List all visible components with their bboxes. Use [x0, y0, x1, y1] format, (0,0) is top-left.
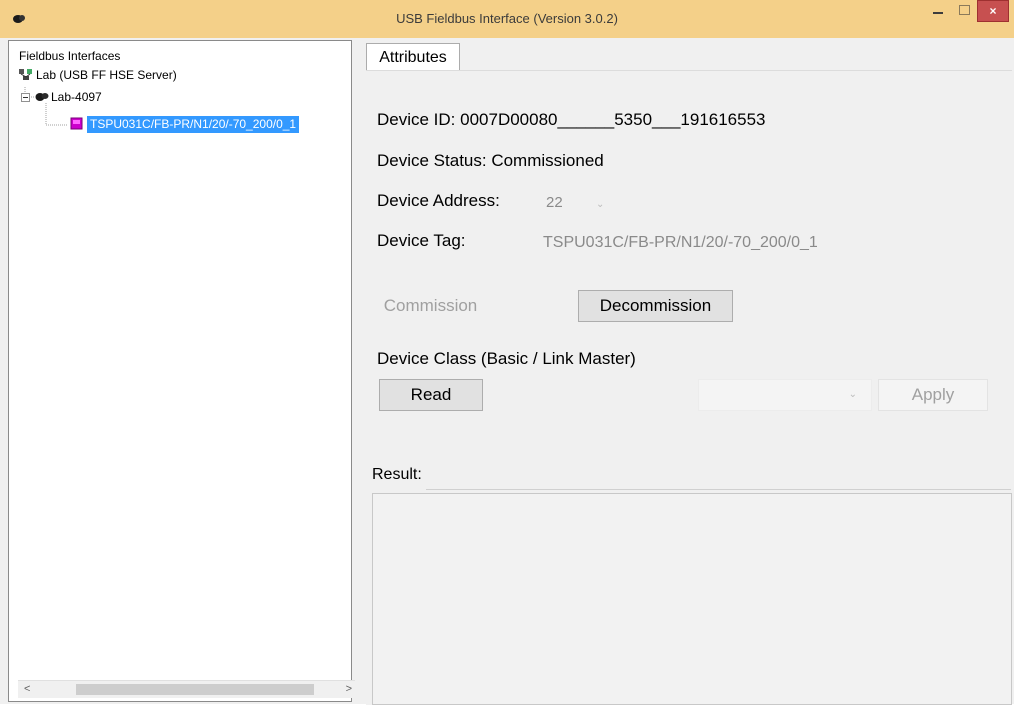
- device-status-text: Device Status: Commissioned: [377, 151, 604, 170]
- address-dropdown-icon[interactable]: ⌄: [596, 199, 604, 210]
- network-node-icon: [35, 93, 49, 101]
- close-button[interactable]: ×: [977, 0, 1009, 22]
- minimize-button[interactable]: [925, 0, 951, 22]
- scroll-right-icon[interactable]: >: [346, 683, 352, 695]
- apply-button[interactable]: Apply: [878, 379, 988, 411]
- tree-item-device-selected[interactable]: TSPU031C/FB-PR/N1/20/-70_200/0_1: [87, 116, 300, 133]
- maximize-button[interactable]: [951, 0, 977, 22]
- horizontal-scrollbar[interactable]: < >: [18, 680, 358, 698]
- read-button[interactable]: Read: [379, 379, 483, 411]
- commission-button[interactable]: Commission: [374, 290, 487, 322]
- result-label: Result:: [372, 466, 422, 483]
- main-area: Fieldbus Interfaces Lab (USB FF HSE Serv…: [0, 38, 1014, 705]
- scrollbar-thumb[interactable]: [76, 684, 314, 695]
- attributes-tab-body: Device ID: 0007D00080______5350___191616…: [366, 70, 1012, 705]
- device-tag-label: Device Tag:: [377, 231, 466, 250]
- title-bar[interactable]: USB Fieldbus Interface (Version 3.0.2) ×: [0, 0, 1014, 39]
- device-class-label: Device Class (Basic / Link Master): [377, 349, 636, 368]
- fieldbus-tree[interactable]: Fieldbus Interfaces Lab (USB FF HSE Serv…: [8, 40, 358, 702]
- result-output[interactable]: [372, 493, 1012, 705]
- device-id-text: Device ID: 0007D00080______5350___191616…: [377, 110, 766, 129]
- attributes-pane: Attributes Device ID: 0007D00080______53…: [362, 38, 1014, 705]
- collapse-icon[interactable]: [21, 93, 30, 102]
- device-address-label: Device Address:: [377, 191, 500, 210]
- device-address-value[interactable]: 22: [546, 194, 563, 211]
- result-divider: [426, 489, 1011, 490]
- device-class-select[interactable]: ⌄: [698, 379, 872, 411]
- tab-attributes[interactable]: Attributes: [366, 43, 460, 71]
- scroll-left-icon[interactable]: <: [24, 683, 30, 695]
- minimize-icon: [933, 12, 943, 14]
- maximize-icon: [959, 5, 970, 15]
- tree-item-lab-node[interactable]: Lab-4097: [51, 90, 102, 104]
- device-tag-field[interactable]: TSPU031C/FB-PR/N1/20/-70_200/0_1: [543, 234, 818, 252]
- class-dropdown-icon[interactable]: ⌄: [849, 389, 857, 400]
- close-icon: ×: [989, 4, 997, 18]
- window-title: USB Fieldbus Interface (Version 3.0.2): [396, 11, 618, 26]
- panel-splitter[interactable]: [355, 40, 361, 702]
- decommission-button[interactable]: Decommission: [578, 290, 733, 322]
- device-icon: [70, 117, 83, 130]
